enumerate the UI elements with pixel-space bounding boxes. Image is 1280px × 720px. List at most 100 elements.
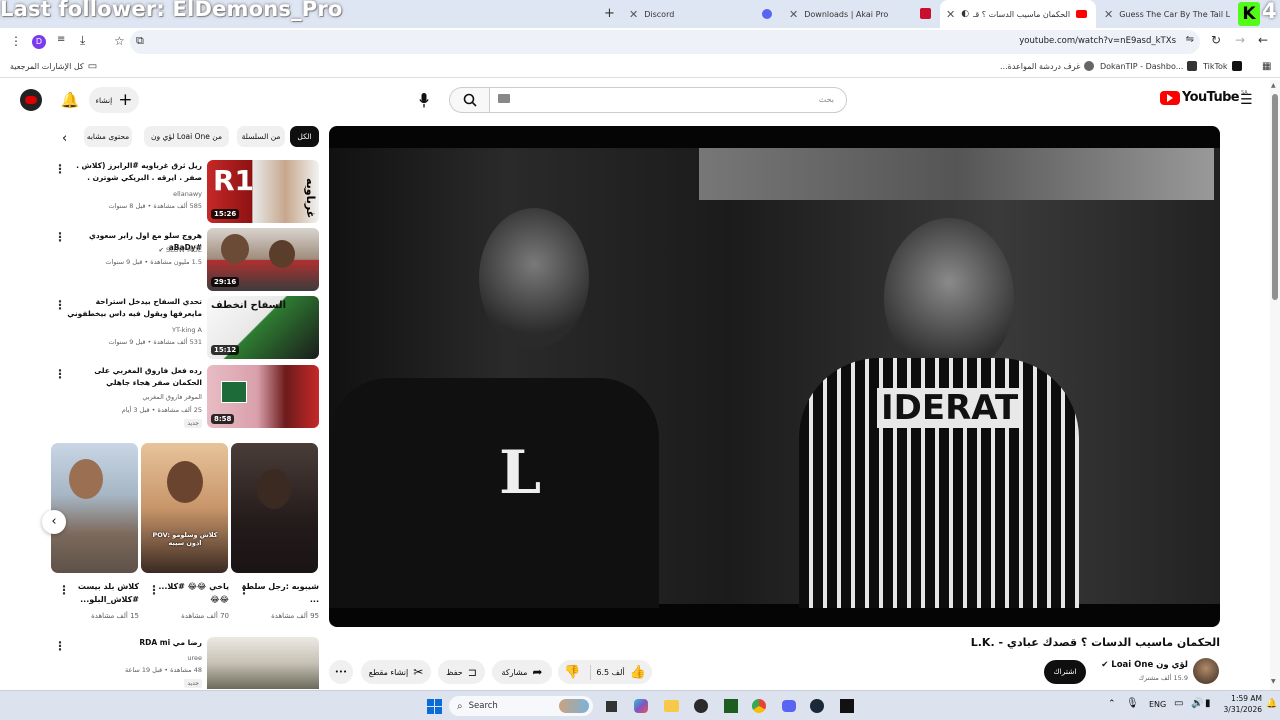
short-title[interactable]: شيبوبه :رجل سلطه ... [241,580,319,606]
app-icon[interactable] [837,696,857,716]
notifications-icon[interactable]: 🔔 [60,89,80,111]
video-thumbnail[interactable] [207,637,319,689]
video-title[interactable]: رده فعل فاروق المغربي على الحكمان صفر هج… [67,365,202,389]
all-bookmarks[interactable]: كل الإشارات المرجعية ▭ [10,61,97,72]
apps-grid-icon[interactable]: ▦ [1262,61,1271,72]
share-button[interactable]: مشاركة ➦ [492,660,552,684]
more-actions-icon[interactable]: ⋮ [54,230,66,244]
steam-icon[interactable] [807,696,827,716]
menu-icon[interactable]: ⋮ [10,34,22,48]
tab-mute-icon[interactable]: ◐ [961,9,969,19]
channel-name-link[interactable]: لؤي ون Loai One ✔ [1100,660,1188,670]
battery-icon[interactable]: ▮ [1205,698,1211,709]
scrollbar-thumb[interactable] [1272,94,1278,300]
clip-button[interactable]: إنشاء مقطع ✂ [361,660,431,684]
chip-similar[interactable]: محتوى مشابه [84,126,132,147]
video-title[interactable]: رضا مي RDA mi [67,637,202,649]
save-button[interactable]: حفظ ⊐ [438,660,485,684]
channel-name[interactable]: SLOW MOE ✔ [62,246,203,254]
download-icon[interactable]: ⤓ [80,33,85,48]
scroll-down-icon[interactable]: ▼ [1271,678,1276,685]
tab-discord[interactable]: ✕ Discord [625,0,745,28]
more-actions-icon[interactable]: ⋮ [238,583,250,597]
chip-all[interactable]: الكل [290,126,319,147]
list-item[interactable]: 29:16 هروج سلو مع اول رابر سعودي #aBaDy … [51,228,319,292]
start-icon[interactable] [424,696,444,716]
site-settings-icon[interactable]: ⇋ [1186,34,1194,45]
more-actions-icon[interactable]: ⋮ [54,298,66,312]
video-title[interactable]: ريل ثرق غرباويه #الرابرز (كلاش . صفر . ا… [67,160,202,184]
more-actions-icon[interactable]: ⋮ [54,367,66,381]
page-scrollbar[interactable]: ▲ ▼ [1270,80,1280,690]
short-title[interactable]: ياخي 😂😂 #كلا... 😂😂 [151,580,229,606]
video-thumbnail[interactable]: 29:16 [207,228,319,291]
search-input[interactable]: بحث [489,87,847,113]
tab-guess-the-car[interactable]: ✕ Guess The Car By The Tail Lights [1100,0,1230,28]
youtube-logo[interactable]: YouTube SA [1160,90,1248,105]
close-icon[interactable]: ✕ [1104,8,1113,21]
short-title[interactable]: كلاش بلد بيست #كلاش_البلو... [61,580,139,606]
hamburger-menu-icon[interactable]: ☰ [1240,92,1253,108]
obs-icon[interactable] [691,696,711,716]
create-button[interactable]: إنشاء + [89,87,139,113]
close-icon[interactable]: ✕ [629,8,638,21]
tray-chevron-icon[interactable]: ⌃ [1108,699,1116,709]
channel-name[interactable]: ellanawy [62,190,202,198]
more-actions-icon[interactable]: ⋮ [148,583,160,597]
close-icon[interactable]: ✕ [946,8,955,21]
volume-icon[interactable]: 🔊 [1191,698,1203,709]
channel-name[interactable]: uree [62,654,202,662]
omnibox[interactable]: ☆ ⧉ youtube.com/watch?v=nE9asd_kTXs ⇋ [114,30,1200,54]
chip-from-series[interactable]: من السلسلة [237,126,285,147]
mic-icon[interactable] [413,87,435,113]
file-explorer-icon[interactable] [661,696,681,716]
more-actions-icon[interactable]: ⋮ [58,583,70,597]
mic-tray-icon[interactable]: 🎙 [1126,698,1139,709]
short-thumbnail[interactable] [51,443,138,573]
notification-icon[interactable]: 🔔 [1266,699,1277,709]
back-icon[interactable]: ← [1258,33,1268,47]
shorts-prev-button[interactable]: ‹ [42,510,66,534]
chips-prev-icon[interactable]: ‹ [62,131,67,146]
more-actions-icon[interactable]: ⋮ [54,162,66,176]
search-button[interactable] [449,87,489,113]
close-icon[interactable]: ✕ [789,8,798,21]
adobe-favicon-icon[interactable] [920,8,931,19]
video-thumbnail[interactable]: غرباويه R1 15:26 [207,160,319,223]
subscribe-button[interactable]: اشتراك [1044,660,1086,684]
discord-icon[interactable] [779,696,799,716]
channel-name[interactable]: الموقر فاروق المغربي [62,393,202,401]
taskbar-search[interactable]: ⌕ Search [449,696,593,716]
profile-avatar[interactable]: D [32,35,46,49]
bookmark-dokantip[interactable]: DokanTIP - Dashbo... [1100,61,1198,71]
video-thumbnail[interactable]: السفاح انخطف 15:12 [207,296,319,359]
list-item[interactable]: غرباويه R1 15:26 ريل ثرق غرباويه #الرابر… [51,160,319,224]
bookmark-star-icon[interactable]: ☆ [114,34,125,48]
new-tab-button[interactable]: + [604,6,615,21]
winamp-icon[interactable] [721,696,741,716]
task-view-icon[interactable] [601,696,621,716]
more-button[interactable]: ••• [329,660,353,684]
tab-youtube-video[interactable]: ✕ ◐ الحكمان ماسيب الدسات ؟ قـ [940,0,1096,28]
like-icon[interactable]: 👍 [630,665,646,680]
bookmark-dating[interactable]: غرف دردشة المواعدة... [1000,61,1095,71]
screenshot-icon[interactable]: ⧉ [136,34,144,48]
clock-date[interactable]: 3/31/2026 [1212,705,1262,714]
url-text[interactable]: youtube.com/watch?v=nE9asd_kTXs [1019,36,1176,46]
channel-avatar[interactable] [1193,658,1219,684]
tab-akai-pro[interactable]: ✕ Downloads | Akai Pro [785,0,910,28]
forward-icon[interactable]: → [1235,33,1245,47]
scroll-up-icon[interactable]: ▲ [1271,82,1276,89]
list-item[interactable]: السفاح انخطف 15:12 تحدي السفاح بيدخل است… [51,296,319,360]
list-item[interactable]: رضا مي RDA mi uree 48 مشاهدة • قبل 19 سا… [51,637,319,689]
reload-icon[interactable]: ↻ [1211,33,1221,47]
chrome-icon[interactable] [749,696,769,716]
monitor-icon[interactable]: ▭ [1174,698,1183,709]
short-thumbnail[interactable]: POV: كلاش وسلومو ادون سيبه [141,443,228,573]
media-controls-icon[interactable]: ≡ [57,34,65,45]
language-indicator[interactable]: ENG [1149,700,1166,709]
copilot-icon[interactable] [631,696,651,716]
like-count[interactable]: 6.5 ألف [596,668,624,677]
video-title[interactable]: تحدي السفاح بيدخل استراحة مايعرفها ويقول… [67,296,202,320]
list-item[interactable]: 8:58 رده فعل فاروق المغربي على الحكمان ص… [51,365,319,429]
